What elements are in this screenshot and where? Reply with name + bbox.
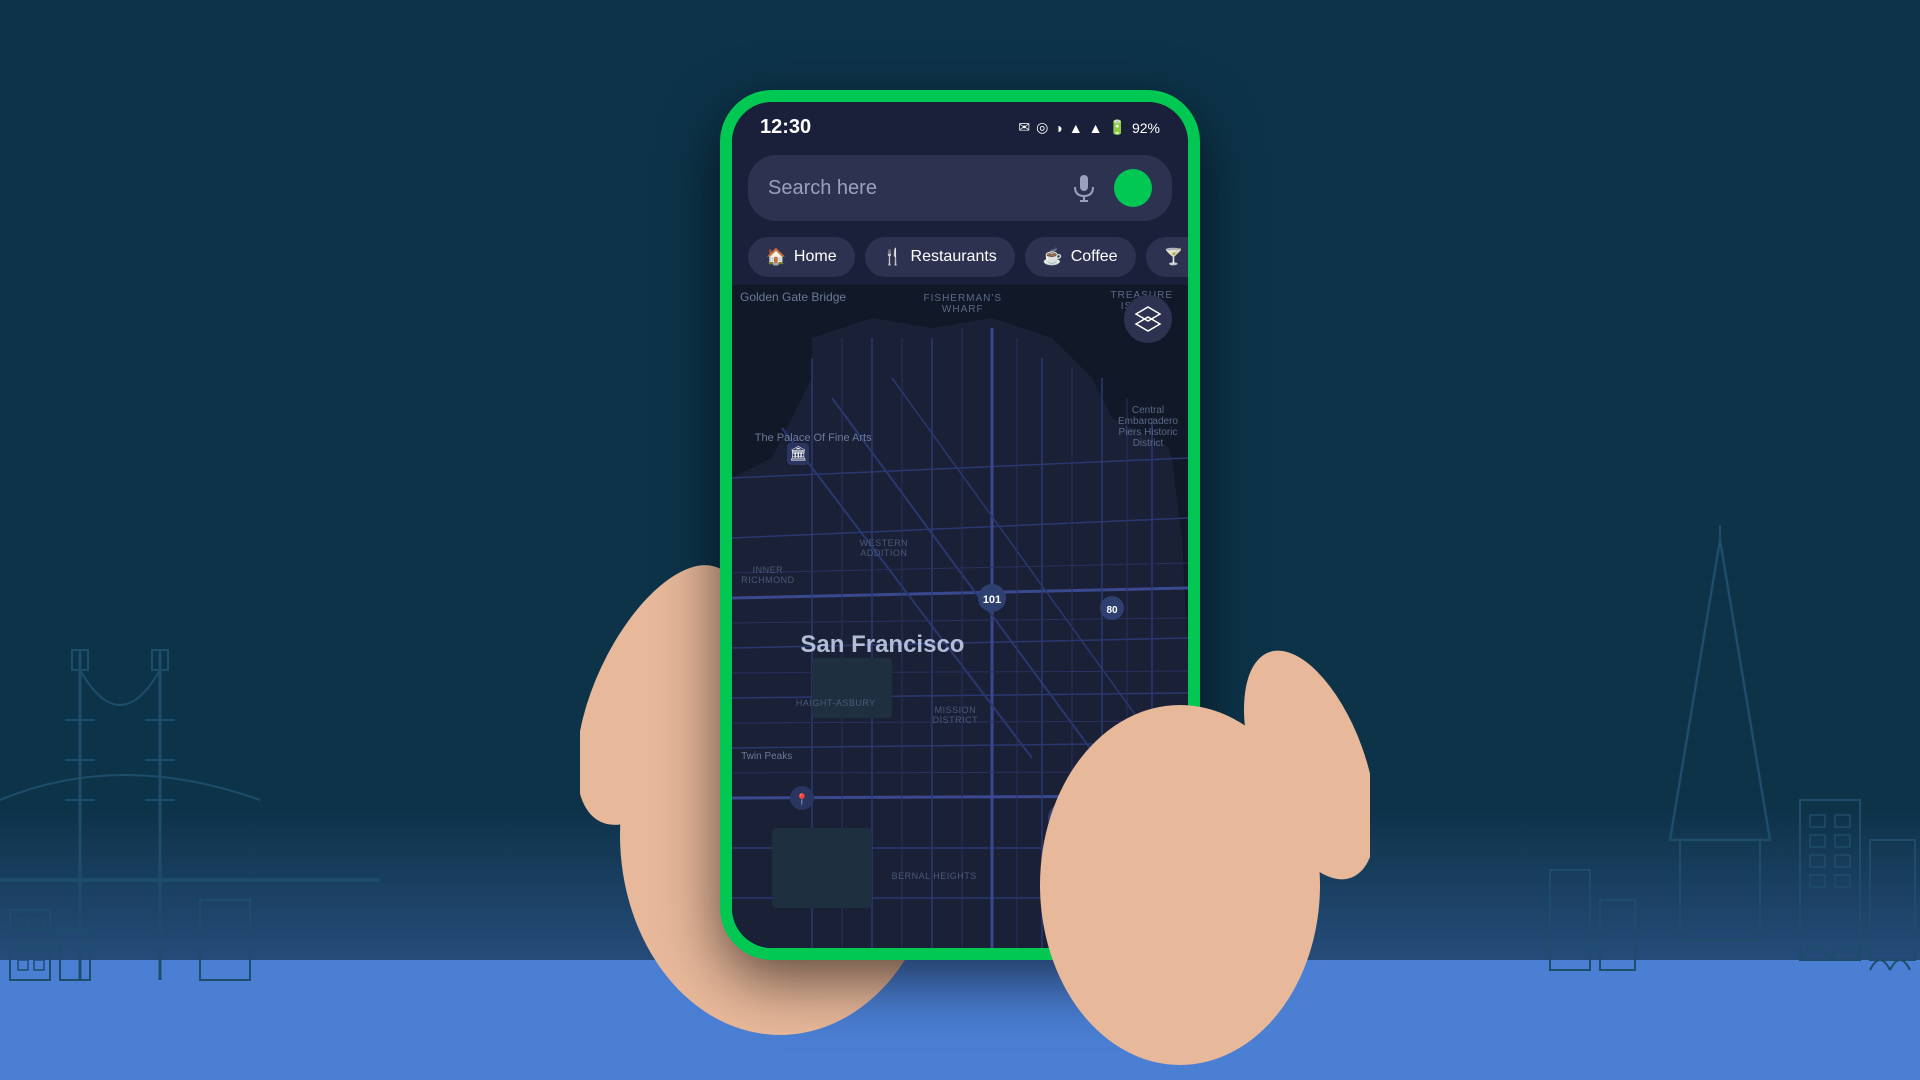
home-chip-icon: 🏠 [766, 247, 786, 267]
svg-text:80: 80 [1106, 605, 1118, 616]
svg-text:🏛: 🏛 [789, 445, 807, 461]
bridge-illustration [0, 600, 380, 1000]
coffee-chip-label: Coffee [1071, 248, 1118, 266]
phone-wrapper: 12:30 ✉ ◎ ◑ ▲ ▲ 🔋 92% Search here [680, 90, 1240, 990]
status-icons: ✉ ◎ ◑ ▲ ▲ 🔋 92% [1018, 119, 1160, 136]
restaurants-chip-icon: 🍴 [883, 247, 903, 267]
bar-chip-icon: 🍸 [1164, 247, 1184, 267]
home-chip-label: Home [794, 248, 837, 266]
quick-actions: 🏠 Home 🍴 Restaurants ☕ Coffee 🍸 B... [732, 229, 1188, 285]
bar-chip[interactable]: 🍸 B... [1146, 237, 1188, 277]
home-chip[interactable]: 🏠 Home [748, 237, 855, 277]
svg-text:📍: 📍 [795, 793, 809, 806]
search-bar[interactable]: Search here [748, 155, 1172, 221]
wifi-icon: ▲ [1069, 120, 1083, 136]
map-area[interactable]: 101 280 80 🏛 📍 [732, 285, 1188, 948]
layer-button[interactable] [1124, 295, 1172, 343]
restaurants-chip[interactable]: 🍴 Restaurants [865, 237, 1015, 277]
signal-icon: ▲ [1089, 120, 1103, 136]
coffee-chip[interactable]: ☕ Coffee [1025, 237, 1136, 277]
search-actions [1066, 169, 1152, 207]
phone-screen: 12:30 ✉ ◎ ◑ ▲ ▲ 🔋 92% Search here [732, 102, 1188, 948]
phone: 12:30 ✉ ◎ ◑ ▲ ▲ 🔋 92% Search here [720, 90, 1200, 960]
battery-percent: 92% [1132, 120, 1160, 136]
moon-illustration [200, 30, 330, 160]
search-input[interactable]: Search here [768, 177, 877, 200]
user-avatar[interactable] [1114, 169, 1152, 207]
restaurants-chip-label: Restaurants [911, 248, 997, 266]
microphone-icon[interactable] [1066, 170, 1102, 206]
coffee-chip-icon: ☕ [1043, 247, 1063, 267]
brightness-icon: ◑ [1054, 120, 1062, 136]
tower-illustration [1520, 520, 1920, 1000]
status-bar: 12:30 ✉ ◎ ◑ ▲ ▲ 🔋 92% [732, 102, 1188, 147]
status-time: 12:30 [760, 116, 811, 139]
battery-icon: 🔋 [1109, 119, 1126, 136]
svg-text:101: 101 [983, 594, 1001, 606]
location-icon: ◎ [1036, 119, 1048, 136]
svg-text:280: 280 [1053, 814, 1071, 826]
gmail-icon: ✉ [1018, 119, 1030, 136]
